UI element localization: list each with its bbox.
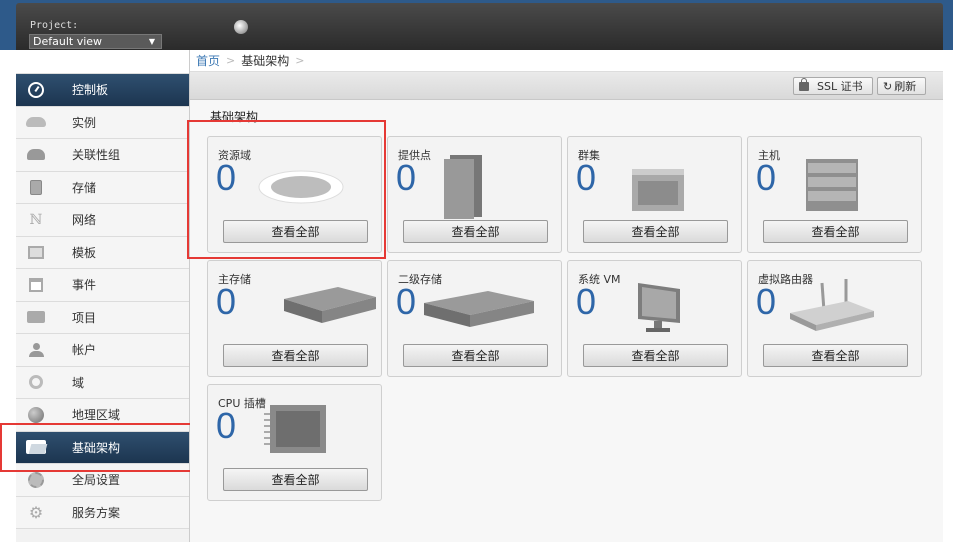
sidebar-item-storage[interactable]: 存储 — [16, 171, 189, 204]
card-primary-storage: 主存储 0 查看全部 — [207, 260, 382, 377]
sidebar-item-label: 控制板 — [72, 83, 109, 98]
sidebar-item-label: 服务方案 — [72, 505, 121, 520]
sidebar-item-label: 存储 — [72, 180, 97, 195]
sidebar-item-service-offerings[interactable]: ⚙ 服务方案 — [16, 496, 189, 529]
ssl-button-label: SSL 证书 — [817, 80, 863, 93]
card-clusters: 群集 0 查看全部 — [567, 136, 742, 253]
secondary-storage-icon — [424, 291, 534, 327]
cpu-socket-icon — [264, 405, 326, 453]
cloud-icon — [26, 114, 46, 130]
sidebar-item-dashboard[interactable]: 控制板 — [16, 74, 189, 107]
globe-icon — [26, 406, 46, 423]
card-virtual-routers: 虚拟路由器 0 查看全部 — [747, 260, 922, 377]
sidebar-item-templates[interactable]: 模板 — [16, 236, 189, 269]
view-all-button[interactable]: 查看全部 — [583, 220, 728, 243]
card-highlight-box — [187, 120, 386, 259]
view-all-button[interactable]: 查看全部 — [763, 344, 908, 367]
card-count: 0 — [216, 281, 237, 322]
refresh-button[interactable]: ↻ 刷新 — [877, 77, 926, 95]
calendar-icon — [26, 277, 46, 293]
card-count: 0 — [576, 157, 597, 198]
sidebar-item-projects[interactable]: 项目 — [16, 301, 189, 334]
storage-icon — [26, 179, 46, 195]
sidebar-item-domains[interactable]: 域 — [16, 366, 189, 399]
sidebar-item-network[interactable]: ℕ 网络 — [16, 204, 189, 237]
sidebar-item-label: 实例 — [72, 115, 97, 130]
sidebar-item-affinity-groups[interactable]: 关联性组 — [16, 139, 189, 172]
folder-icon — [26, 309, 46, 325]
card-system-vm: 系统 VM 0 查看全部 — [567, 260, 742, 377]
primary-storage-icon — [284, 287, 376, 323]
sidebar-item-label: 域 — [72, 375, 85, 390]
refresh-button-label: 刷新 — [894, 80, 917, 93]
refresh-icon: ↻ — [883, 79, 893, 93]
sidebar-item-label: 项目 — [72, 310, 97, 325]
sidebar-item-events[interactable]: 事件 — [16, 269, 189, 302]
sidebar-highlight-box — [0, 423, 198, 472]
toolbar: SSL 证书 ↻ 刷新 — [190, 72, 943, 100]
sidebar-item-label: 模板 — [72, 245, 97, 260]
lock-icon — [799, 77, 809, 91]
view-all-button[interactable]: 查看全部 — [763, 220, 908, 243]
project-select-value: Default view — [33, 35, 103, 48]
domain-icon — [26, 374, 46, 390]
view-all-button[interactable]: 查看全部 — [583, 344, 728, 367]
sidebar-item-label: 事件 — [72, 278, 97, 293]
sidebar-item-label: 帐户 — [72, 343, 97, 358]
card-count: 0 — [756, 281, 777, 322]
breadcrumb: 首页 > 基础架构 > — [190, 50, 943, 72]
header-bar: Project: Default view ▼ — [16, 3, 943, 50]
project-label: Project: — [30, 20, 79, 31]
project-select[interactable]: Default view ▼ — [29, 34, 162, 49]
card-secondary-storage: 二级存储 0 查看全部 — [387, 260, 562, 377]
sidebar-item-accounts[interactable]: 帐户 — [16, 334, 189, 367]
view-all-button[interactable]: 查看全部 — [223, 468, 368, 491]
card-count: 0 — [216, 405, 237, 446]
card-count: 0 — [396, 157, 417, 198]
globe-icon[interactable] — [234, 20, 248, 34]
system-vm-icon — [638, 283, 680, 332]
cog-icon: ⚙ — [28, 502, 44, 522]
view-all-button[interactable]: 查看全部 — [223, 344, 368, 367]
global-settings-icon — [26, 471, 46, 488]
sidebar-item-label: 关联性组 — [72, 148, 121, 163]
breadcrumb-current: 基础架构 — [241, 54, 290, 68]
chevron-down-icon: ▼ — [148, 37, 155, 46]
sidebar-item-label: 地理区域 — [72, 408, 121, 423]
card-pods: 提供点 0 查看全部 — [387, 136, 562, 253]
view-all-button[interactable]: 查看全部 — [403, 344, 548, 367]
card-hosts: 主机 0 查看全部 — [747, 136, 922, 253]
template-icon — [26, 244, 46, 260]
card-cpu-sockets: CPU 插槽 0 查看全部 — [207, 384, 382, 501]
user-icon — [26, 342, 46, 358]
pod-icon — [444, 155, 482, 219]
affinity-cloud-icon — [26, 147, 46, 163]
ssl-certificate-button[interactable]: SSL 证书 — [793, 77, 873, 95]
card-count: 0 — [576, 281, 597, 322]
breadcrumb-separator: > — [295, 54, 305, 67]
sidebar-item-label: 网络 — [72, 213, 97, 228]
sidebar-item-instances[interactable]: 实例 — [16, 106, 189, 139]
card-count: 0 — [396, 281, 417, 322]
router-icon — [790, 279, 874, 331]
card-count: 0 — [756, 157, 777, 198]
host-icon — [806, 159, 858, 211]
view-all-button[interactable]: 查看全部 — [403, 220, 548, 243]
cluster-icon — [632, 169, 684, 211]
sidebar-item-label: 全局设置 — [72, 473, 121, 488]
sidebar-top — [16, 50, 189, 74]
breadcrumb-home[interactable]: 首页 — [196, 52, 220, 69]
network-icon: ℕ — [29, 211, 43, 228]
breadcrumb-separator: > — [226, 54, 236, 67]
dashboard-icon — [26, 81, 46, 98]
